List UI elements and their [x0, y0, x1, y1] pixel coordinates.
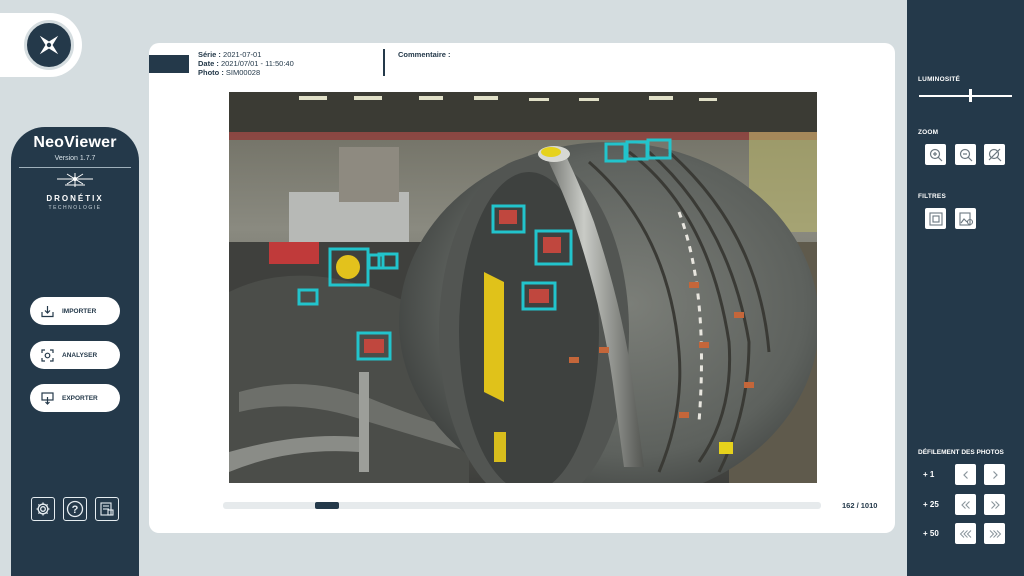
serie-row: Série : 2021-07-01	[198, 50, 294, 59]
photo-label: Photo :	[198, 68, 224, 77]
double-chevron-left-icon	[960, 500, 970, 509]
import-button-label: IMPORTER	[62, 307, 97, 315]
app-logo[interactable]	[24, 20, 74, 70]
left-sidebar: NeoViewer Version 1.7.7 DRONÉTIX TECHNOL…	[11, 127, 139, 576]
step-1-label: + 1	[923, 470, 935, 479]
comment-label[interactable]: Commentaire :	[398, 50, 451, 59]
serie-label: Série :	[198, 50, 221, 59]
brand-subtitle: TECHNOLOGIE	[48, 205, 102, 211]
logo-tab	[0, 13, 82, 77]
zoom-out-button[interactable]	[955, 144, 976, 165]
next-1-button[interactable]	[984, 464, 1005, 485]
photo-timeline[interactable]	[223, 502, 821, 509]
filters-label: FILTRES	[918, 193, 946, 200]
double-chevron-right-icon	[990, 500, 1000, 509]
help-button[interactable]: ?	[63, 497, 87, 521]
date-value: 2021/07/01 - 11:50:40	[220, 59, 294, 68]
filter-image-icon	[958, 211, 973, 226]
prev-25-button[interactable]	[955, 494, 976, 515]
zoom-out-icon	[959, 148, 972, 161]
right-panel: LUMINOSITÉ ZOOM FILTRES DÉFILEMENT DES P…	[907, 0, 1024, 576]
help-icon: ?	[66, 500, 84, 518]
compass-star-icon	[39, 35, 59, 55]
prev-1-button[interactable]	[955, 464, 976, 485]
photo-row: Photo : SIM00028	[198, 68, 294, 77]
export-button[interactable]: EXPORTER	[30, 384, 120, 412]
photo-value: SIM00028	[225, 68, 261, 77]
triple-chevron-left-icon	[959, 529, 971, 538]
settings-icon	[36, 502, 50, 516]
svg-text:?: ?	[72, 504, 79, 516]
export-button-label: EXPORTER	[62, 394, 98, 402]
sidebar-divider	[19, 167, 131, 168]
scan-icon	[40, 348, 54, 362]
step-50-label: + 50	[923, 529, 939, 538]
engine-photo[interactable]	[229, 92, 817, 483]
photo-metadata: Série : 2021-07-01 Date : 2021/07/01 - 1…	[198, 50, 294, 77]
meta-divider	[383, 49, 385, 76]
import-button[interactable]: IMPORTER	[30, 297, 120, 325]
zoom-reset-icon	[988, 148, 1001, 161]
serie-value: 2021-07-01	[223, 50, 262, 59]
photo-scroll-label: DÉFILEMENT DES PHOTOS	[918, 449, 1004, 456]
zoom-label: ZOOM	[918, 129, 939, 136]
report-button[interactable]	[95, 497, 119, 521]
analyze-button-label: ANALYSER	[62, 351, 98, 359]
photo-counter: 162 / 1010	[842, 501, 878, 510]
report-icon	[100, 502, 114, 516]
app-version: Version 1.7.7	[54, 155, 96, 162]
next-50-button[interactable]	[984, 523, 1005, 544]
brand-name: DRONÉTIX	[46, 194, 104, 203]
settings-button[interactable]	[31, 497, 55, 521]
filter-image-button[interactable]	[955, 208, 976, 229]
chevron-right-icon	[992, 470, 998, 479]
luminosity-label: LUMINOSITÉ	[918, 76, 961, 83]
filter-frame-icon	[928, 211, 943, 226]
analyze-button[interactable]: ANALYSER	[30, 341, 120, 369]
drone-logo-icon	[55, 171, 95, 196]
app-name: NeoViewer	[33, 134, 117, 151]
filter-frame-button[interactable]	[925, 208, 946, 229]
next-25-button[interactable]	[984, 494, 1005, 515]
luminosity-slider-knob[interactable]	[969, 89, 972, 102]
zoom-reset-button[interactable]	[984, 144, 1005, 165]
card-tab-marker	[149, 55, 189, 73]
date-row: Date : 2021/07/01 - 11:50:40	[198, 59, 294, 68]
prev-50-button[interactable]	[955, 523, 976, 544]
import-icon	[40, 304, 54, 318]
chevron-left-icon	[962, 470, 968, 479]
timeline-thumb[interactable]	[315, 502, 339, 509]
zoom-in-icon	[929, 148, 942, 161]
step-25-label: + 25	[923, 500, 939, 509]
zoom-in-button[interactable]	[925, 144, 946, 165]
export-icon	[40, 391, 54, 405]
luminosity-slider[interactable]	[919, 89, 1012, 102]
photo-card: Série : 2021-07-01 Date : 2021/07/01 - 1…	[149, 43, 895, 533]
date-label: Date :	[198, 59, 219, 68]
triple-chevron-right-icon	[989, 529, 1001, 538]
